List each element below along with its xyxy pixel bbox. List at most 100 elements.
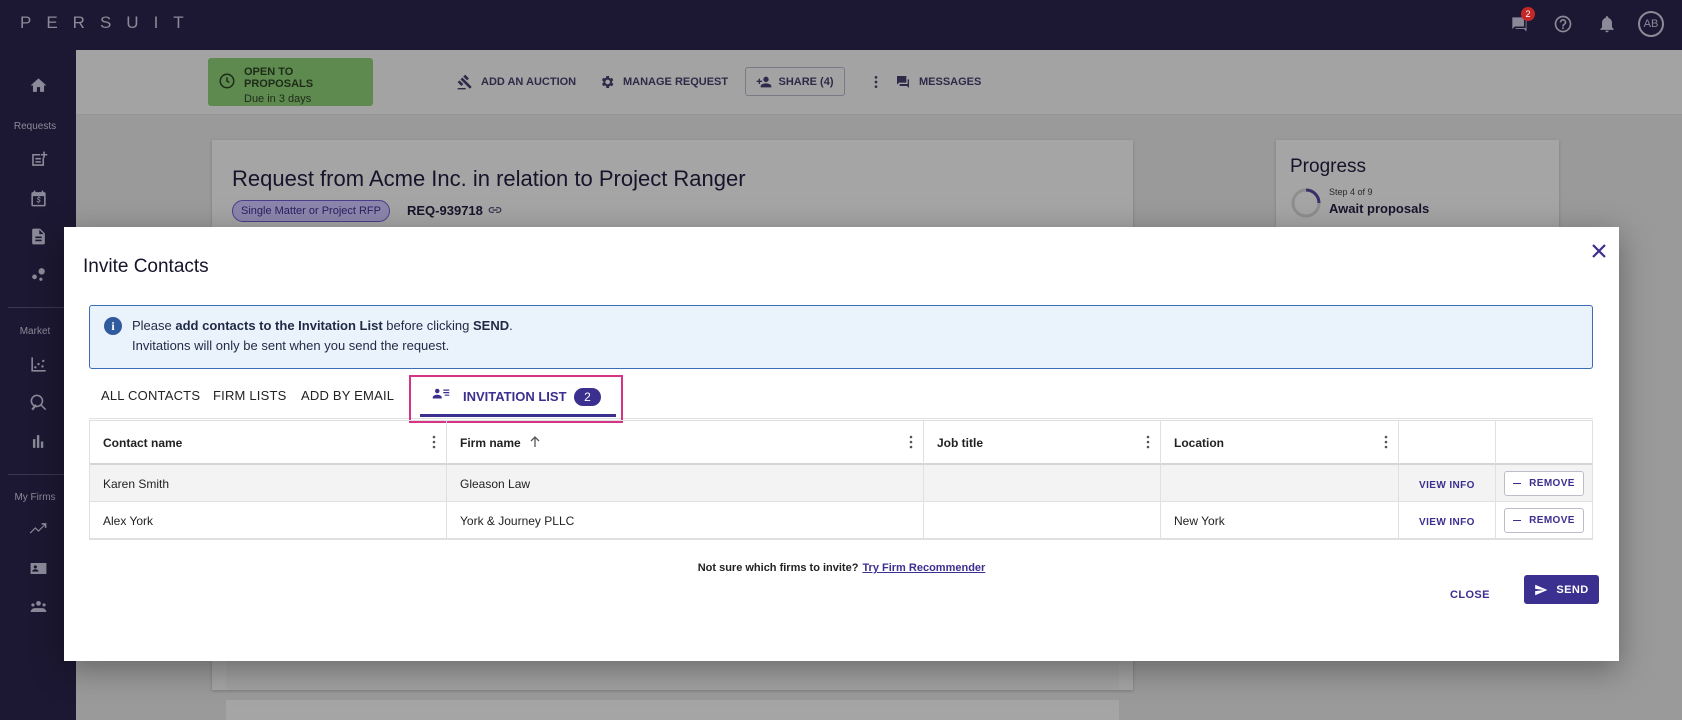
cell-firm-name: York & Journey PLLC: [447, 502, 924, 539]
column-job-title[interactable]: Job title: [924, 421, 1161, 464]
table-row: Alex York York & Journey PLLC New York V…: [90, 502, 1592, 539]
column-menu-icon[interactable]: [909, 435, 913, 449]
column-label: Contact name: [103, 436, 183, 450]
more-options-icon[interactable]: [868, 74, 884, 90]
info-emphasis: add contacts to the Invitation List: [175, 318, 383, 333]
remove-button[interactable]: REMOVE: [1504, 471, 1584, 496]
status-due: Due in 3 days: [244, 93, 312, 105]
bell-icon[interactable]: [1594, 11, 1620, 37]
cell-contact-name: Karen Smith: [90, 465, 447, 502]
column-label: Firm name: [460, 436, 521, 450]
invite-contacts-modal: Invite Contacts i Please add contacts to…: [64, 227, 1619, 661]
myfirms-section-label: My Firms: [14, 492, 56, 503]
close-icon[interactable]: [1589, 241, 1609, 261]
column-remove: [1496, 421, 1593, 464]
add-auction-label: ADD AN AUCTION: [481, 76, 577, 88]
progress-title: Progress: [1290, 156, 1367, 177]
sidebar-divider: [8, 307, 68, 308]
request-type-tag: Single Matter or Project RFP: [232, 200, 390, 222]
add-auction-button[interactable]: ADD AN AUCTION: [457, 74, 576, 90]
tab-add-by-email[interactable]: ADD BY EMAIL: [301, 388, 394, 403]
new-request-icon[interactable]: [0, 150, 76, 169]
cell-contact-name: Alex York: [90, 502, 447, 539]
column-location[interactable]: Location: [1161, 421, 1399, 464]
persuit-logo[interactable]: PERSUIT: [20, 13, 199, 33]
tab-invitation-list-label: INVITATION LIST: [463, 389, 567, 404]
add-person-icon: [757, 76, 772, 87]
remove-cell: REMOVE: [1496, 502, 1593, 539]
view-info-cell: VIEW INFO: [1399, 465, 1496, 502]
progress-step: Step 4 of 9: [1329, 187, 1373, 197]
send-button[interactable]: SEND: [1524, 575, 1599, 604]
send-label: SEND: [1556, 583, 1589, 596]
gavel-icon: [457, 74, 472, 90]
info-text: before clicking: [382, 318, 473, 333]
share-button[interactable]: SHARE (4): [745, 67, 845, 96]
view-info-link[interactable]: VIEW INFO: [1419, 480, 1475, 491]
person-list-icon: [432, 388, 450, 399]
tab-invitation-list[interactable]: INVITATION LIST 2: [420, 377, 616, 417]
manage-request-button[interactable]: MANAGE REQUEST: [599, 74, 728, 90]
modal-title: Invite Contacts: [83, 256, 209, 277]
info-note: Invitations will only be sent when you s…: [132, 338, 450, 353]
column-menu-icon[interactable]: [1384, 435, 1388, 449]
column-menu-icon[interactable]: [1146, 435, 1150, 449]
status-chip: OPEN TO PROPOSALS Due in 3 days: [208, 58, 373, 106]
messages-badge: 2: [1521, 7, 1535, 21]
send-icon: [1535, 584, 1548, 595]
messages-button[interactable]: MESSAGES: [895, 74, 981, 90]
column-firm-name[interactable]: Firm name: [447, 421, 924, 464]
messages-label: MESSAGES: [919, 76, 982, 88]
messages-icon[interactable]: 2: [1506, 7, 1535, 37]
requests-section-label: Requests: [13, 121, 57, 132]
remove-cell: REMOVE: [1496, 465, 1593, 502]
cell-job-title: [924, 502, 1161, 539]
share-label: SHARE (4): [778, 75, 834, 88]
info-banner: i Please add contacts to the Invitation …: [89, 305, 1593, 369]
gear-icon: [601, 76, 614, 88]
info-icon: i: [104, 317, 122, 335]
calendar-dollar-icon[interactable]: [0, 189, 76, 208]
chat-icon: [897, 76, 909, 88]
column-label: Location: [1174, 436, 1224, 450]
cell-job-title: [924, 465, 1161, 502]
request-title: Request from Acme Inc. in relation to Pr…: [232, 166, 746, 191]
column-menu-icon[interactable]: [432, 435, 436, 449]
column-contact-name[interactable]: Contact name: [90, 421, 447, 464]
user-avatar[interactable]: AB: [1638, 11, 1664, 37]
clock-icon: [219, 73, 235, 89]
tab-bar: ALL CONTACTS FIRM LISTS ADD BY EMAIL INV…: [89, 369, 1593, 423]
remove-label: REMOVE: [1529, 478, 1575, 489]
background-card: [226, 660, 1119, 690]
recommend-text: Not sure which firms to invite?: [697, 562, 859, 574]
firm-recommender-link[interactable]: Try Firm Recommender: [862, 562, 985, 574]
market-section-label: Market: [19, 326, 51, 337]
close-button[interactable]: CLOSE: [1450, 589, 1490, 601]
sort-ascending-icon[interactable]: [530, 436, 540, 447]
cell-firm-name: Gleason Law: [447, 465, 924, 502]
info-text: Please: [132, 318, 176, 333]
remove-button[interactable]: REMOVE: [1504, 508, 1584, 533]
firm-recommender-prompt: Not sure which firms to invite? Try Firm …: [64, 562, 1619, 574]
help-icon[interactable]: [1550, 11, 1576, 37]
link-icon[interactable]: [488, 205, 502, 215]
invitation-table: Contact name Firm name Job title Locatio…: [89, 420, 1593, 540]
tab-firm-lists[interactable]: FIRM LISTS: [213, 388, 287, 403]
view-info-cell: VIEW INFO: [1399, 502, 1496, 539]
tab-all-contacts[interactable]: ALL CONTACTS: [101, 388, 200, 403]
view-info-link[interactable]: VIEW INFO: [1419, 517, 1475, 528]
background-card: [226, 700, 1119, 720]
minus-icon: [1513, 519, 1522, 522]
invitation-count-badge: 2: [574, 388, 601, 406]
cell-location: [1161, 465, 1399, 502]
cell-location: New York: [1161, 502, 1399, 539]
minus-icon: [1513, 482, 1522, 485]
info-message: Please add contacts to the Invitation Li…: [132, 318, 513, 333]
info-text: .: [509, 318, 513, 333]
top-bar: PERSUIT 2 AB: [0, 0, 1682, 50]
home-icon[interactable]: [0, 76, 76, 95]
info-emphasis: SEND: [473, 318, 510, 333]
table-row: Karen Smith Gleason Law VIEW INFO REMOVE: [90, 465, 1592, 502]
table-header: Contact name Firm name Job title Locatio…: [90, 420, 1592, 465]
progress-step-name: Await proposals: [1329, 201, 1430, 216]
